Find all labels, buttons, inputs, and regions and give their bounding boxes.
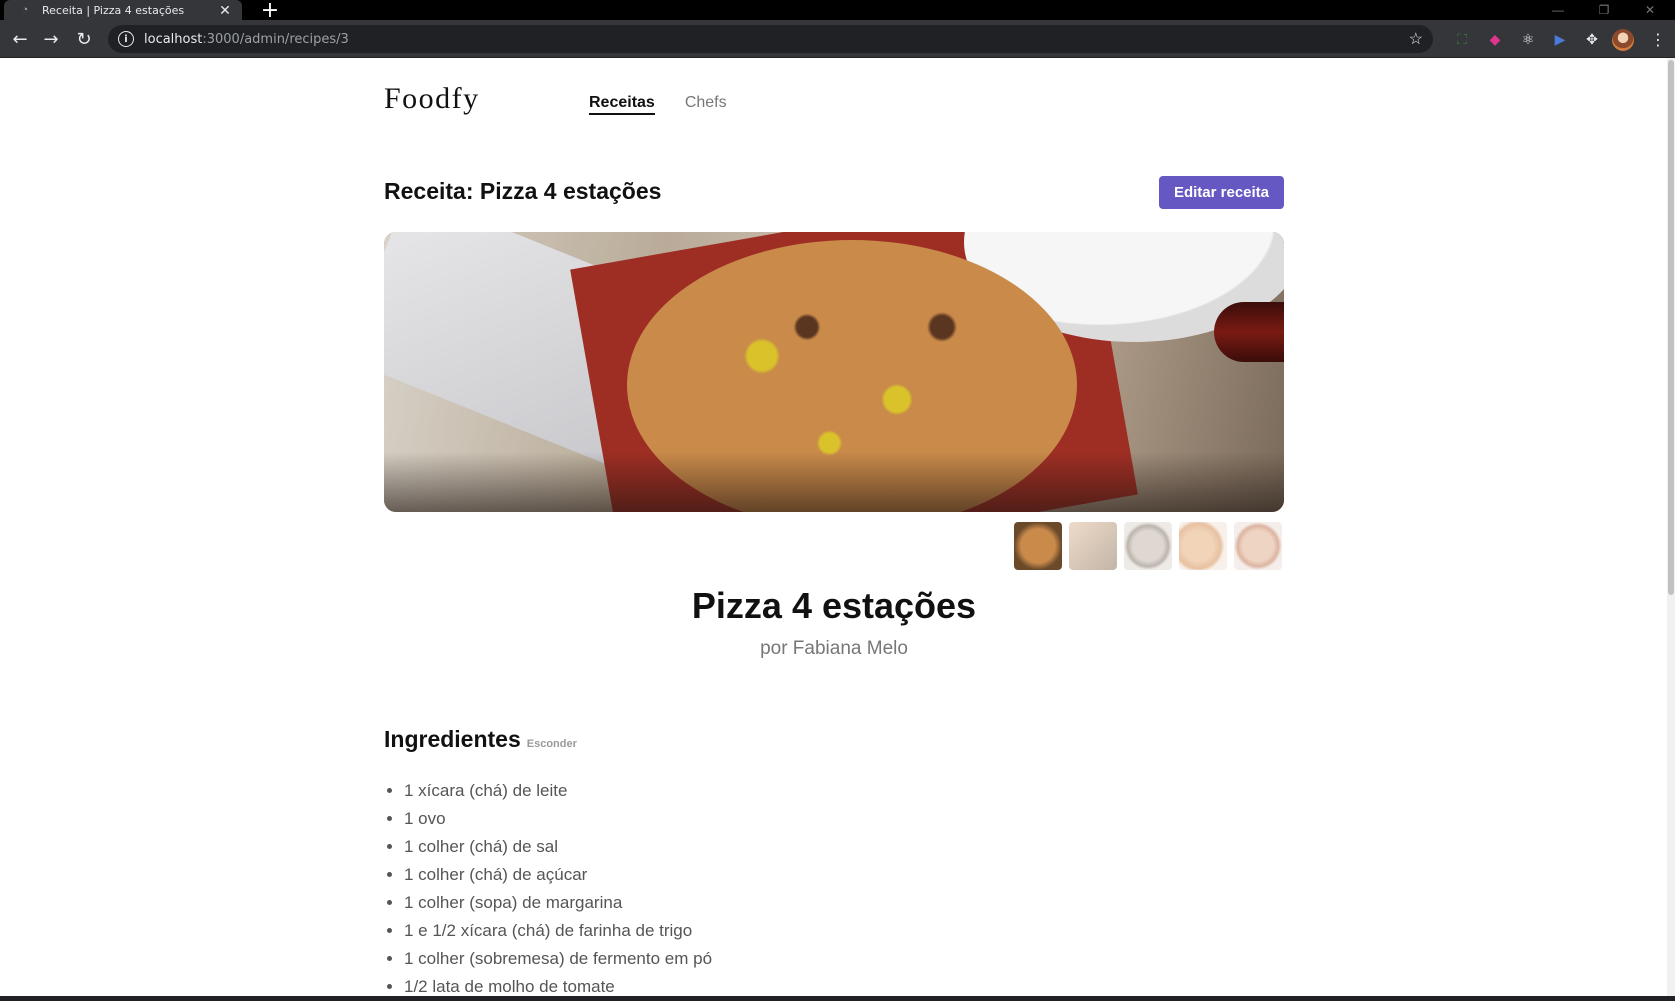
browser-menu-icon[interactable]: ⋮ (1648, 29, 1668, 49)
new-tab-button[interactable]: + (258, 0, 282, 23)
ingredients-heading: Ingredientes Esconder (384, 726, 577, 753)
browser-toolbar: ← → ↻ i localhost:3000/admin/recipes/3 ☆… (0, 20, 1675, 58)
gallery-thumbnail-3[interactable] (1124, 522, 1172, 570)
recipe-author: por Fabiana Melo (760, 638, 908, 659)
colorful-extension-icon[interactable]: ◆ (1485, 29, 1505, 49)
url-text: localhost:3000/admin/recipes/3 (144, 31, 349, 47)
recipe-header: Receita: Pizza 4 estações Editar receita (384, 176, 1284, 212)
main-nav: Receitas Chefs (589, 94, 727, 115)
bookmark-star-icon[interactable]: ☆ (1409, 29, 1423, 49)
ingredient-item: 1 colher (chá) de sal (404, 833, 712, 861)
ingredients-toggle[interactable]: Esconder (527, 738, 577, 750)
page-title: Receita: Pizza 4 estações (384, 178, 662, 204)
play-extension-icon[interactable]: ▶ (1550, 29, 1570, 49)
site-info-icon[interactable]: i (118, 31, 134, 47)
profile-avatar[interactable] (1612, 29, 1634, 51)
ingredient-item: 1 colher (chá) de açúcar (404, 861, 712, 889)
ingredients-title: Ingredientes (384, 726, 521, 752)
edit-recipe-button[interactable]: Editar receita (1159, 176, 1284, 209)
window-close-icon[interactable]: ✕ (1627, 0, 1673, 20)
minimize-icon[interactable]: — (1535, 0, 1581, 20)
gallery-thumbnail-4[interactable] (1179, 522, 1227, 570)
address-bar[interactable]: i localhost:3000/admin/recipes/3 ☆ (108, 25, 1433, 53)
tab-title: Receita | Pizza 4 estações (42, 3, 185, 17)
close-tab-icon[interactable]: ✕ (216, 1, 234, 19)
soda-bottle (1214, 302, 1284, 362)
extensions-puzzle-icon[interactable]: ✥ (1582, 29, 1602, 49)
favicon-icon: ◔ (21, 4, 29, 16)
screenshot-extension-icon[interactable]: ⛶ (1452, 29, 1472, 49)
gallery-thumbnails (1014, 522, 1282, 570)
ingredient-item: 1 ovo (404, 805, 712, 833)
maximize-icon[interactable]: ❐ (1581, 0, 1627, 20)
browser-tab-bar: ◔ Receita | Pizza 4 estações ✕ + — ❐ ✕ (0, 0, 1675, 23)
ingredient-item: 1 xícara (chá) de leite (404, 777, 712, 805)
gallery-thumbnail-1[interactable] (1014, 522, 1062, 570)
recipe-title: Pizza 4 estações (691, 585, 977, 626)
scrollbar-thumb[interactable] (1668, 60, 1674, 595)
image-shade (384, 452, 1284, 512)
site-logo[interactable]: Foodfy (384, 82, 480, 116)
ingredients-list: 1 xícara (chá) de leite 1 ovo 1 colher (… (404, 777, 712, 996)
react-devtools-icon[interactable]: ⚛ (1518, 29, 1538, 49)
back-icon[interactable]: ← (8, 27, 32, 51)
nav-link-receitas[interactable]: Receitas (589, 94, 655, 115)
window-bottom-edge (0, 996, 1675, 1001)
reload-icon[interactable]: ↻ (72, 27, 96, 51)
page-scrollbar[interactable] (1667, 58, 1675, 998)
ingredient-item: 1 colher (sobremesa) de fermento em pó (404, 945, 712, 973)
forward-icon[interactable]: → (39, 27, 63, 51)
ingredient-item: 1/2 lata de molho de tomate (404, 973, 712, 996)
browser-tab[interactable]: ◔ Receita | Pizza 4 estações ✕ (4, 0, 242, 20)
gallery-thumbnail-2[interactable] (1069, 522, 1117, 570)
nav-link-chefs[interactable]: Chefs (685, 94, 727, 115)
ingredient-item: 1 colher (sopa) de margarina (404, 889, 712, 917)
gallery-thumbnail-5[interactable] (1234, 522, 1282, 570)
ingredient-item: 1 e 1/2 xícara (chá) de farinha de trigo (404, 917, 712, 945)
recipe-main-image (384, 232, 1284, 512)
page-viewport: Foodfy Receitas Chefs Receita: Pizza 4 e… (0, 58, 1675, 996)
